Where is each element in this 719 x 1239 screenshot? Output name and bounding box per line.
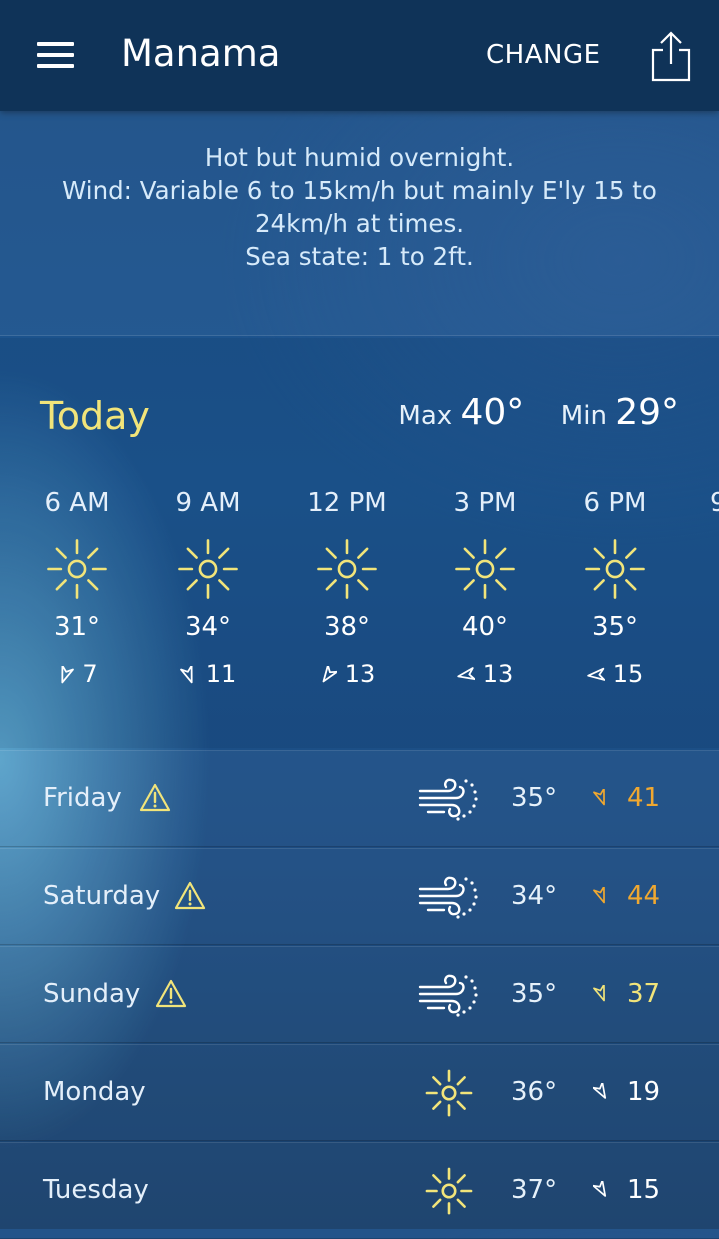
hour-time: 6 AM xyxy=(44,488,110,518)
hour-temp: 38° xyxy=(323,612,371,642)
day-wind-speed: 15 xyxy=(627,1175,661,1205)
wind-direction-icon xyxy=(322,664,338,683)
wind-speed: 13 xyxy=(344,660,376,688)
warning-icon[interactable] xyxy=(174,881,206,911)
max-temp: 40° xyxy=(460,392,525,433)
windy-dust-icon xyxy=(418,971,482,1019)
hour-time: 12 PM xyxy=(307,488,387,518)
sun-icon xyxy=(178,539,238,599)
hour-temp: 34° xyxy=(184,612,232,642)
hour-wind: 11 xyxy=(148,660,268,688)
hour-wind: 7 xyxy=(17,660,137,688)
wind-speed: 11 xyxy=(205,660,237,688)
today-label: Today xyxy=(40,394,150,438)
city-title: Manama xyxy=(121,32,281,75)
change-location-button[interactable]: CHANGE xyxy=(486,40,601,70)
synopsis-line: 24km/h at times. xyxy=(254,209,465,238)
daily-forecast-row[interactable]: Tuesday 37° 15 xyxy=(0,1142,719,1239)
day-temp: 35° xyxy=(511,979,558,1009)
sun-icon xyxy=(585,539,645,599)
synopsis-line: Hot but humid overnight. xyxy=(204,143,515,172)
hourly-item: 9 xyxy=(710,488,719,524)
day-name: Sunday xyxy=(43,979,141,1009)
hour-wind: 13 xyxy=(287,660,407,688)
min-temp: 29° xyxy=(615,392,679,433)
day-wind-speed: 19 xyxy=(627,1077,661,1107)
daily-forecast-row[interactable]: Monday 36° 19 xyxy=(0,1044,719,1141)
sun-icon xyxy=(418,1069,482,1117)
wind-direction-icon xyxy=(457,667,476,681)
windy-dust-icon xyxy=(418,775,482,823)
wind-direction-icon xyxy=(61,664,75,684)
wind-direction-icon xyxy=(593,983,605,1002)
wind-speed: 7 xyxy=(82,660,98,688)
daily-forecast-row[interactable]: Saturday 34° 44 xyxy=(0,848,719,945)
hour-time: 9 xyxy=(710,488,719,518)
hour-wind: 15 xyxy=(555,660,675,688)
app-bar: Manama CHANGE xyxy=(0,0,719,111)
wind-direction-icon xyxy=(592,1081,607,1099)
hamburger-menu-icon[interactable] xyxy=(37,42,74,70)
hour-time: 6 PM xyxy=(583,488,647,518)
hour-time: 3 PM xyxy=(453,488,517,518)
hourly-item: 3 PM 40° 13 xyxy=(425,488,545,688)
sun-icon xyxy=(455,539,515,599)
hourly-item: 6 PM 35° 15 xyxy=(555,488,675,688)
hour-wind: 13 xyxy=(425,660,545,688)
share-icon[interactable] xyxy=(650,30,692,82)
day-name: Saturday xyxy=(43,881,161,911)
sun-icon xyxy=(317,539,377,599)
wind-speed: 13 xyxy=(482,660,514,688)
min-label: Min xyxy=(560,401,607,431)
wind-direction-icon xyxy=(179,664,193,684)
forecast-synopsis: Hot but humid overnight. Wind: Variable … xyxy=(0,111,719,336)
daily-forecast-row[interactable]: Friday 35° 41 xyxy=(0,750,719,847)
max-label: Max xyxy=(398,401,453,431)
hour-temp: 35° xyxy=(591,612,639,642)
wind-speed: 15 xyxy=(612,660,644,688)
hour-temp: 40° xyxy=(461,612,509,642)
hour-temp: 31° xyxy=(53,612,101,642)
hourly-item: 12 PM 38° 13 xyxy=(287,488,407,688)
sun-icon xyxy=(47,539,107,599)
hourly-item: 9 AM 34° 11 xyxy=(148,488,268,688)
day-name: Monday xyxy=(43,1077,146,1107)
day-temp: 34° xyxy=(511,881,558,911)
today-panel: Today Max 40° Min 29° 6 AM 31° 7 9 AM 34… xyxy=(0,338,719,748)
day-wind-speed: 44 xyxy=(627,881,661,911)
day-wind-speed: 37 xyxy=(627,979,661,1009)
windy-dust-icon xyxy=(418,873,482,921)
hour-time: 9 AM xyxy=(175,488,241,518)
wind-direction-icon xyxy=(592,1179,607,1197)
wind-direction-icon xyxy=(593,885,605,904)
warning-icon[interactable] xyxy=(155,979,187,1009)
wind-direction-icon xyxy=(586,667,605,681)
day-wind-speed: 41 xyxy=(627,783,661,813)
synopsis-line: Sea state: 1 to 2ft. xyxy=(245,242,474,271)
max-min-temps: Max 40° Min 29° xyxy=(398,392,679,433)
day-name: Friday xyxy=(43,783,122,813)
day-temp: 37° xyxy=(511,1175,558,1205)
synopsis-line: Wind: Variable 6 to 15km/h but mainly E'… xyxy=(62,176,657,205)
warning-icon[interactable] xyxy=(139,783,171,813)
day-temp: 36° xyxy=(511,1077,558,1107)
daily-forecast-row[interactable]: Sunday 35° 37 xyxy=(0,946,719,1043)
hourly-item: 6 AM 31° 7 xyxy=(17,488,137,688)
day-name: Tuesday xyxy=(43,1175,149,1205)
day-temp: 35° xyxy=(511,783,558,813)
wind-direction-icon xyxy=(593,787,605,806)
sun-icon xyxy=(418,1167,482,1215)
